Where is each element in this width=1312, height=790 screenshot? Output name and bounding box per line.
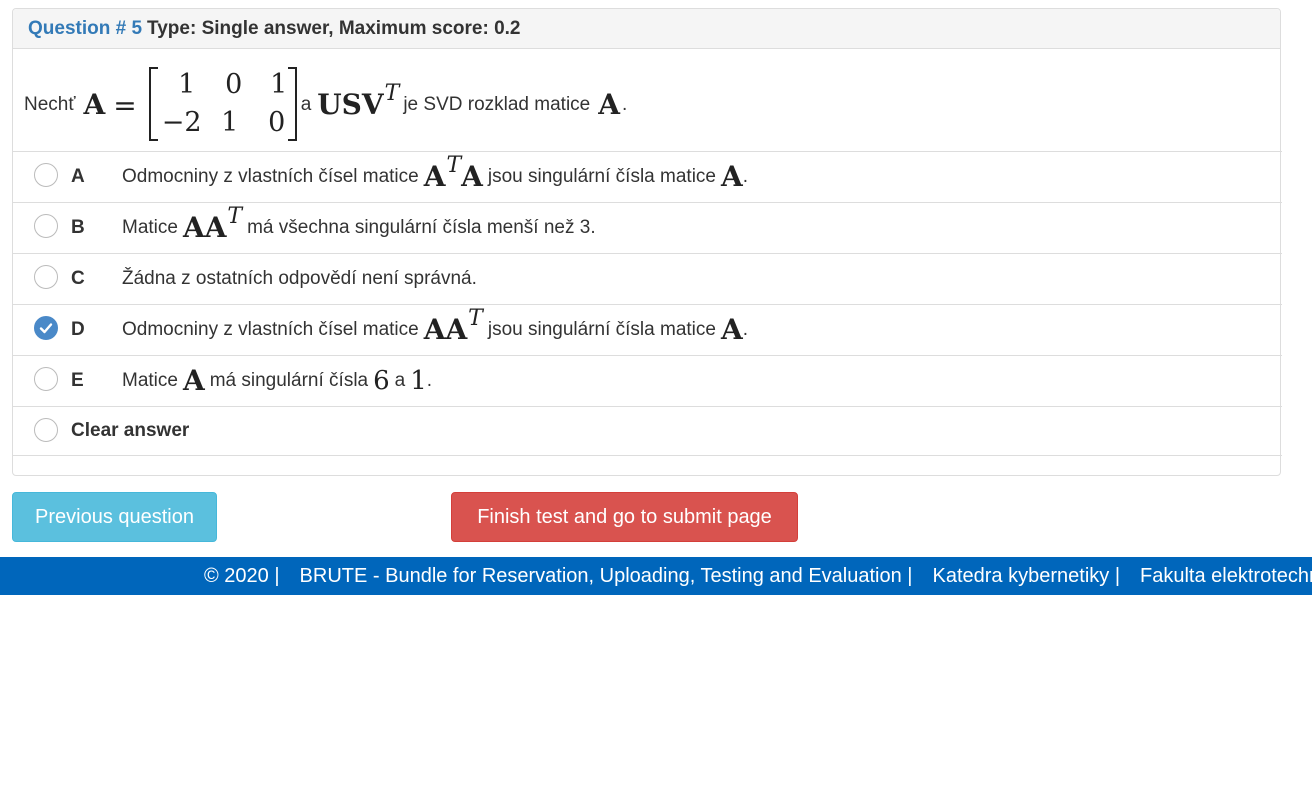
- radio-checked-icon[interactable]: [34, 316, 58, 340]
- option-text: Matice AA T má všechna singulární čísla …: [122, 204, 596, 244]
- option-math: A: [461, 160, 483, 193]
- radio-icon[interactable]: [34, 418, 58, 442]
- option-math: AA: [182, 211, 227, 244]
- stem-svd-sup: T: [384, 80, 400, 106]
- option-text: Žádna z ostatních odpovědí není správná.: [122, 268, 477, 290]
- option-pre: Odmocniny z vlastních čísel matice: [122, 319, 419, 340]
- option-post: má všechna singulární čísla menší než 3.: [247, 217, 596, 238]
- matrix-cell: 0: [225, 69, 243, 100]
- stem-outro: je SVD rozklad matice: [403, 94, 591, 115]
- question-number: Question # 5: [28, 17, 143, 39]
- question-type: Type: Single answer, Maximum score: 0.2: [147, 17, 521, 39]
- stem-intro: Nechť: [24, 94, 76, 115]
- stem-connector: a: [300, 94, 312, 115]
- option-pre: Matice: [122, 217, 178, 238]
- option-math: A: [720, 160, 743, 193]
- option-end: .: [742, 166, 748, 187]
- option-clear[interactable]: Clear answer: [13, 406, 1282, 456]
- option-post: jsou singulární čísla matice: [487, 166, 716, 187]
- option-mid: a: [394, 370, 406, 391]
- option-pre: Matice: [122, 370, 178, 391]
- option-pre: Žádna z ostatních odpovědí není správná.: [122, 268, 477, 289]
- matrix-cell: 1: [178, 69, 196, 100]
- option-b[interactable]: B Matice AA T má všechna singulární čísl…: [13, 202, 1282, 253]
- clear-answer-label: Clear answer: [71, 420, 190, 441]
- option-letter: E: [71, 370, 84, 391]
- option-letter: B: [71, 217, 85, 238]
- option-letter: A: [71, 166, 85, 187]
- option-pre: Odmocniny z vlastních čísel matice: [122, 166, 419, 187]
- footer: © 2020 | BRUTE - Bundle for Reservation,…: [0, 557, 1312, 595]
- answer-options: A Odmocniny z vlastních čísel matice A T…: [13, 151, 1282, 456]
- question-stem: Nechť A = 1 0 1 −2 1 0 a USV T je SVD ro…: [22, 65, 629, 145]
- footer-fakulta-link[interactable]: Fakulta elektrotechnická: [1140, 565, 1312, 588]
- option-post: má singulární čísla: [209, 370, 369, 391]
- question-header: Question # 5 Type: Single answer, Maximu…: [13, 9, 1280, 49]
- option-e[interactable]: E Matice A má singulární čísla 6 a 1 .: [13, 355, 1282, 406]
- option-math: A: [182, 364, 205, 397]
- option-end: .: [426, 370, 433, 391]
- option-number: 1: [410, 366, 427, 396]
- option-sup: T: [446, 152, 462, 178]
- radio-icon[interactable]: [34, 214, 58, 238]
- stem-svd-symbol: USV: [317, 88, 384, 121]
- footer-brute-link[interactable]: BRUTE - Bundle for Reservation, Uploadin…: [300, 565, 913, 588]
- option-letter: C: [71, 268, 85, 289]
- option-letter: D: [71, 319, 85, 340]
- option-a[interactable]: A Odmocniny z vlastních čísel matice A T…: [13, 151, 1282, 202]
- option-text: Matice A má singulární čísla 6 a 1 .: [122, 366, 432, 396]
- option-end: .: [742, 319, 748, 340]
- option-math: A: [423, 160, 446, 193]
- radio-icon[interactable]: [34, 367, 58, 391]
- matrix-cell: −2: [161, 107, 202, 138]
- footer-katedra-link[interactable]: Katedra kybernetiky |: [933, 565, 1121, 588]
- option-text: Odmocniny z vlastních čísel matice AA T …: [122, 306, 748, 346]
- option-post: jsou singulární čísla matice: [487, 319, 716, 340]
- option-d[interactable]: D Odmocniny z vlastních čísel matice AA …: [13, 304, 1282, 355]
- stem-matrix-symbol: A: [83, 88, 106, 121]
- question-panel: Question # 5 Type: Single answer, Maximu…: [12, 8, 1282, 476]
- stem-equals: =: [113, 88, 137, 122]
- option-number: 6: [373, 366, 390, 396]
- finish-test-button[interactable]: Finish test and go to submit page: [451, 492, 798, 542]
- option-math: AA: [423, 313, 468, 346]
- stem-end-symbol: A: [598, 88, 620, 121]
- option-sup: T: [227, 203, 243, 229]
- previous-question-button[interactable]: Previous question: [12, 492, 217, 542]
- footer-copyright: © 2020 |: [204, 564, 280, 587]
- option-math: A: [720, 313, 743, 346]
- stem-period: .: [621, 94, 628, 115]
- option-text: Odmocniny z vlastních čísel matice A T A…: [122, 153, 748, 193]
- stem-matrix: 1 0 1 −2 1 0: [148, 65, 297, 145]
- option-sup: T: [468, 305, 483, 331]
- option-c[interactable]: C Žádna z ostatních odpovědí není správn…: [13, 253, 1282, 304]
- radio-icon[interactable]: [34, 163, 58, 187]
- matrix-cell: 1: [221, 107, 239, 138]
- radio-icon[interactable]: [34, 265, 58, 289]
